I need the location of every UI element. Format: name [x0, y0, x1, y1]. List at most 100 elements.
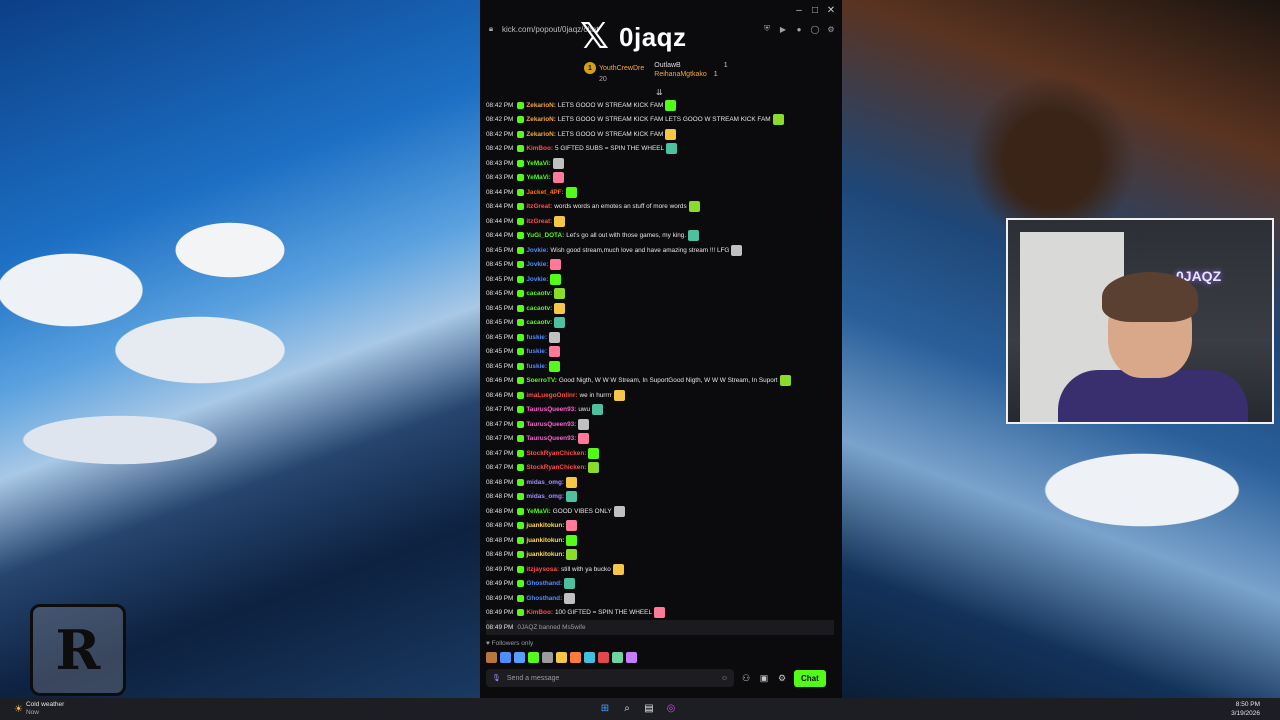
- gift-icon[interactable]: ▣: [758, 673, 770, 684]
- emote-icon[interactable]: [542, 652, 553, 663]
- message-username[interactable]: itzGreat:: [526, 218, 552, 225]
- play-icon[interactable]: ▶: [778, 24, 788, 34]
- emote-icon[interactable]: [584, 652, 595, 663]
- settings-icon[interactable]: ⚙: [826, 24, 836, 34]
- emote-icon[interactable]: [486, 652, 497, 663]
- chat-message[interactable]: 08:45 PM Jovkie:: [486, 258, 834, 273]
- settings-icon[interactable]: ⚙: [776, 673, 788, 684]
- chat-message[interactable]: 08:42 PM ZekarioN: LETS GOOO W STREAM KIC…: [486, 127, 834, 142]
- message-username[interactable]: midas_omg:: [526, 479, 564, 486]
- chat-message[interactable]: 08:45 PM fuskie:: [486, 345, 834, 360]
- chat-message[interactable]: 08:47 PM StockRyanChicken:: [486, 461, 834, 476]
- message-username[interactable]: TaurusQueen93:: [526, 406, 576, 413]
- message-username[interactable]: ZekarioN:: [526, 131, 555, 138]
- message-username[interactable]: YeMaVi:: [526, 174, 550, 181]
- chat-message[interactable]: 08:42 PM ZekarioN: LETS GOOO W STREAM KIC…: [486, 113, 834, 128]
- leaderboard-entry[interactable]: 1 YouthCrewDre: [584, 62, 644, 74]
- message-username[interactable]: cacaotv:: [526, 305, 552, 312]
- message-username[interactable]: TaurusQueen93:: [526, 421, 576, 428]
- record-icon[interactable]: ●: [794, 24, 804, 34]
- chat-message[interactable]: 08:44 PM itzGreat: words words an emotes …: [486, 200, 834, 215]
- chat-message[interactable]: 08:48 PM juankitokun:: [486, 548, 834, 563]
- chat-message[interactable]: 08:48 PM juankitokun:: [486, 533, 834, 548]
- message-username[interactable]: juankitokun:: [526, 551, 564, 558]
- chat-message[interactable]: 08:43 PM YeMaVi:: [486, 156, 834, 171]
- message-username[interactable]: itzjaysosa:: [526, 566, 559, 573]
- chat-message[interactable]: 08:48 PM YeMaVi: GOOD VIBES ONLY: [486, 504, 834, 519]
- send-message-placeholder[interactable]: Send a message: [507, 675, 715, 682]
- chat-message[interactable]: 08:44 PM Jacket_4PF:: [486, 185, 834, 200]
- chat-message[interactable]: 08:45 PM Jovkie: Wish good stream,much lo…: [486, 243, 834, 258]
- minimize-icon[interactable]: –: [792, 3, 806, 17]
- chat-icon[interactable]: ◯: [810, 24, 820, 34]
- message-username[interactable]: ZekarioN:: [526, 116, 555, 123]
- chat-send-button[interactable]: Chat: [794, 669, 826, 687]
- message-username[interactable]: Jovkie:: [526, 276, 548, 283]
- chat-message[interactable]: 08:49 PM itzjaysosa: still with ya bucko: [486, 562, 834, 577]
- chat-message[interactable]: 08:48 PM midas_omg:: [486, 475, 834, 490]
- emote-icon[interactable]: [612, 652, 623, 663]
- emote-icon[interactable]: [570, 652, 581, 663]
- message-username[interactable]: KimBoo:: [526, 145, 553, 152]
- chat-message[interactable]: 08:42 PM ZekarioN: LETS GOOO W STREAM KIC…: [486, 98, 834, 113]
- message-username[interactable]: itzGreat:: [526, 203, 552, 210]
- chat-message[interactable]: 08:47 PM TaurusQueen93: uwu: [486, 403, 834, 418]
- chat-message[interactable]: 08:49 PM Ghosthand:: [486, 591, 834, 606]
- message-username[interactable]: Jacket_4PF:: [526, 189, 563, 196]
- message-username[interactable]: cacaotv:: [526, 319, 552, 326]
- message-username[interactable]: fuskie:: [526, 363, 547, 370]
- message-username[interactable]: YeMaVi:: [526, 508, 550, 515]
- mic-icon[interactable]: 🎙︎: [492, 674, 501, 682]
- chat-message[interactable]: 08:45 PM cacaotv:: [486, 316, 834, 331]
- message-username[interactable]: KimBoo:: [526, 609, 553, 616]
- search-icon[interactable]: ⌕: [620, 701, 634, 715]
- message-username[interactable]: juankitokun:: [526, 537, 564, 544]
- users-icon[interactable]: ⚇: [740, 673, 752, 684]
- chat-message[interactable]: 08:42 PM KimBoo: 5 GIFTED SUBS = SPIN THE…: [486, 142, 834, 157]
- chat-message-list[interactable]: 08:42 PM ZekarioN: LETS GOOO W STREAM KIC…: [486, 98, 834, 636]
- obs-icon[interactable]: ◎: [664, 701, 678, 715]
- close-icon[interactable]: ✕: [824, 3, 838, 17]
- chat-message[interactable]: 08:43 PM YeMaVi:: [486, 171, 834, 186]
- chat-message[interactable]: 08:44 PM itzGreat:: [486, 214, 834, 229]
- emote-icon[interactable]: [626, 652, 637, 663]
- chat-message[interactable]: 08:48 PM midas_omg:: [486, 490, 834, 505]
- emote-icon[interactable]: [500, 652, 511, 663]
- chat-message[interactable]: 08:45 PM cacaotv:: [486, 301, 834, 316]
- quick-emote-bar[interactable]: [486, 652, 637, 663]
- chat-message[interactable]: 08:46 PM SoerroTV: Good Nigth, W W W Stre…: [486, 374, 834, 389]
- chat-message[interactable]: 08:48 PM juankitokun:: [486, 519, 834, 534]
- chat-message[interactable]: 08:46 PM imaLuegoOnlinr: we in hurrrr: [486, 388, 834, 403]
- emote-icon[interactable]: [528, 652, 539, 663]
- message-username[interactable]: Jovkie:: [526, 261, 548, 268]
- message-username[interactable]: Ghosthand:: [526, 595, 562, 602]
- message-username[interactable]: Ghosthand:: [526, 580, 562, 587]
- chat-message[interactable]: 08:47 PM StockRyanChicken:: [486, 446, 834, 461]
- leaderboard-entry[interactable]: OutlawB 1: [654, 62, 727, 69]
- emote-icon[interactable]: [556, 652, 567, 663]
- leaderboard-entry[interactable]: ReihanaMgtkako 1: [654, 71, 727, 78]
- chat-message[interactable]: 08:44 PM YuGi_DOTA: Let's go all out with…: [486, 229, 834, 244]
- file-explorer-icon[interactable]: ▤: [642, 701, 656, 715]
- message-username[interactable]: fuskie:: [526, 334, 547, 341]
- chat-message[interactable]: 08:45 PM fuskie:: [486, 359, 834, 374]
- message-username[interactable]: imaLuegoOnlinr:: [526, 392, 577, 399]
- message-username[interactable]: fuskie:: [526, 348, 547, 355]
- message-username[interactable]: juankitokun:: [526, 522, 564, 529]
- message-username[interactable]: StockRyanChicken:: [526, 464, 586, 471]
- message-username[interactable]: midas_omg:: [526, 493, 564, 500]
- windows-start-icon[interactable]: ⊞: [598, 701, 612, 715]
- message-username[interactable]: SoerroTV:: [526, 377, 557, 384]
- expand-pinned-icon[interactable]: ⇊: [656, 88, 663, 97]
- send-message-input[interactable]: 🎙︎ Send a message ☺: [486, 669, 734, 687]
- maximize-icon[interactable]: □: [808, 3, 822, 17]
- shield-icon[interactable]: ⛨: [762, 24, 772, 34]
- chat-message[interactable]: 08:45 PM cacaotv:: [486, 287, 834, 302]
- message-username[interactable]: Jovkie:: [526, 247, 548, 254]
- message-username[interactable]: ZekarioN:: [526, 102, 555, 109]
- message-username[interactable]: cacaotv:: [526, 290, 552, 297]
- chat-message[interactable]: 08:47 PM TaurusQueen93:: [486, 432, 834, 447]
- emote-icon[interactable]: [598, 652, 609, 663]
- weather-widget[interactable]: ☀ Cold weather Now: [14, 701, 64, 717]
- chat-message[interactable]: 08:45 PM Jovkie:: [486, 272, 834, 287]
